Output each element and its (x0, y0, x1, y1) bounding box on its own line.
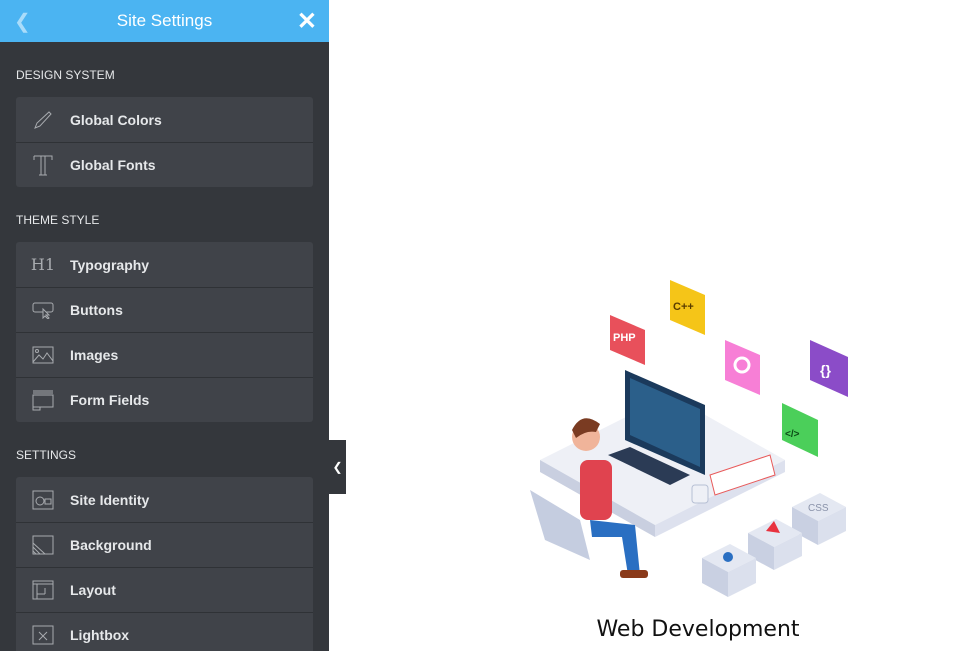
background-icon (16, 535, 70, 555)
illustration-caption: Web Development (596, 617, 800, 642)
typeface-icon (16, 154, 70, 176)
lightbox-icon (16, 625, 70, 645)
close-icon[interactable]: ✕ (297, 7, 317, 36)
php-badge: PHP (613, 332, 636, 344)
id-card-icon (16, 490, 70, 510)
settings-item-label: Typography (70, 256, 150, 273)
settings-item-label: Site Identity (70, 491, 150, 508)
h1-icon: H1 (30, 255, 56, 274)
settings-item-label: Form Fields (70, 392, 150, 408)
settings-item-label: Buttons (70, 302, 123, 318)
settings-item-label: Background (70, 537, 152, 553)
section-title: THEME STYLE (16, 213, 100, 227)
web-development-illustration: PHP C++ {} </> CSS (530, 280, 848, 597)
settings-item-layout[interactable]: Layout (16, 567, 313, 612)
brush-icon (16, 110, 70, 130)
settings-item-label: Global Colors (70, 111, 162, 128)
settings-item-label: Global Fonts (70, 157, 156, 173)
chevron-left-icon[interactable]: ❮ (14, 9, 31, 34)
panel-title: Site Settings (116, 11, 213, 30)
settings-item-label: Images (70, 347, 119, 363)
css-badge: CSS (808, 503, 829, 514)
panel-header: ❮ Site Settings ✕ (0, 0, 329, 42)
settings-item-site-identity[interactable]: Site Identity (16, 477, 313, 522)
button-cursor-icon (16, 301, 70, 319)
settings-item-label: Lightbox (70, 627, 130, 643)
section-group: Global Colors Global Fonts (16, 97, 313, 187)
section-title: SETTINGS (16, 448, 77, 462)
code-badge: </> (785, 429, 800, 440)
settings-item-global-fonts[interactable]: Global Fonts (16, 142, 313, 187)
form-field-icon (16, 389, 70, 411)
settings-item-background[interactable]: Background (16, 522, 313, 567)
settings-item-typography[interactable]: H1 Typography (16, 242, 313, 287)
cpp-badge: C++ (673, 301, 694, 313)
settings-item-label: Layout (70, 582, 116, 598)
site-settings-panel: ❮ Site Settings ✕ DESIGN SYSTEM Global Co… (0, 0, 329, 651)
section-group: H1 Typography Buttons Images Form Fields (16, 242, 313, 422)
settings-item-form-fields[interactable]: Form Fields (16, 377, 313, 422)
layout-icon (16, 580, 70, 600)
settings-item-images[interactable]: Images (16, 332, 313, 377)
collapse-panel-button[interactable]: ❮ (329, 440, 346, 494)
settings-item-buttons[interactable]: Buttons (16, 287, 313, 332)
section-title: DESIGN SYSTEM (16, 68, 115, 82)
settings-item-global-colors[interactable]: Global Colors (16, 97, 313, 142)
settings-item-lightbox[interactable]: Lightbox (16, 612, 313, 651)
section-group: Site Identity Background Layout Lightbox (16, 477, 313, 651)
image-icon (16, 346, 70, 364)
braces-badge: {} (820, 362, 831, 378)
